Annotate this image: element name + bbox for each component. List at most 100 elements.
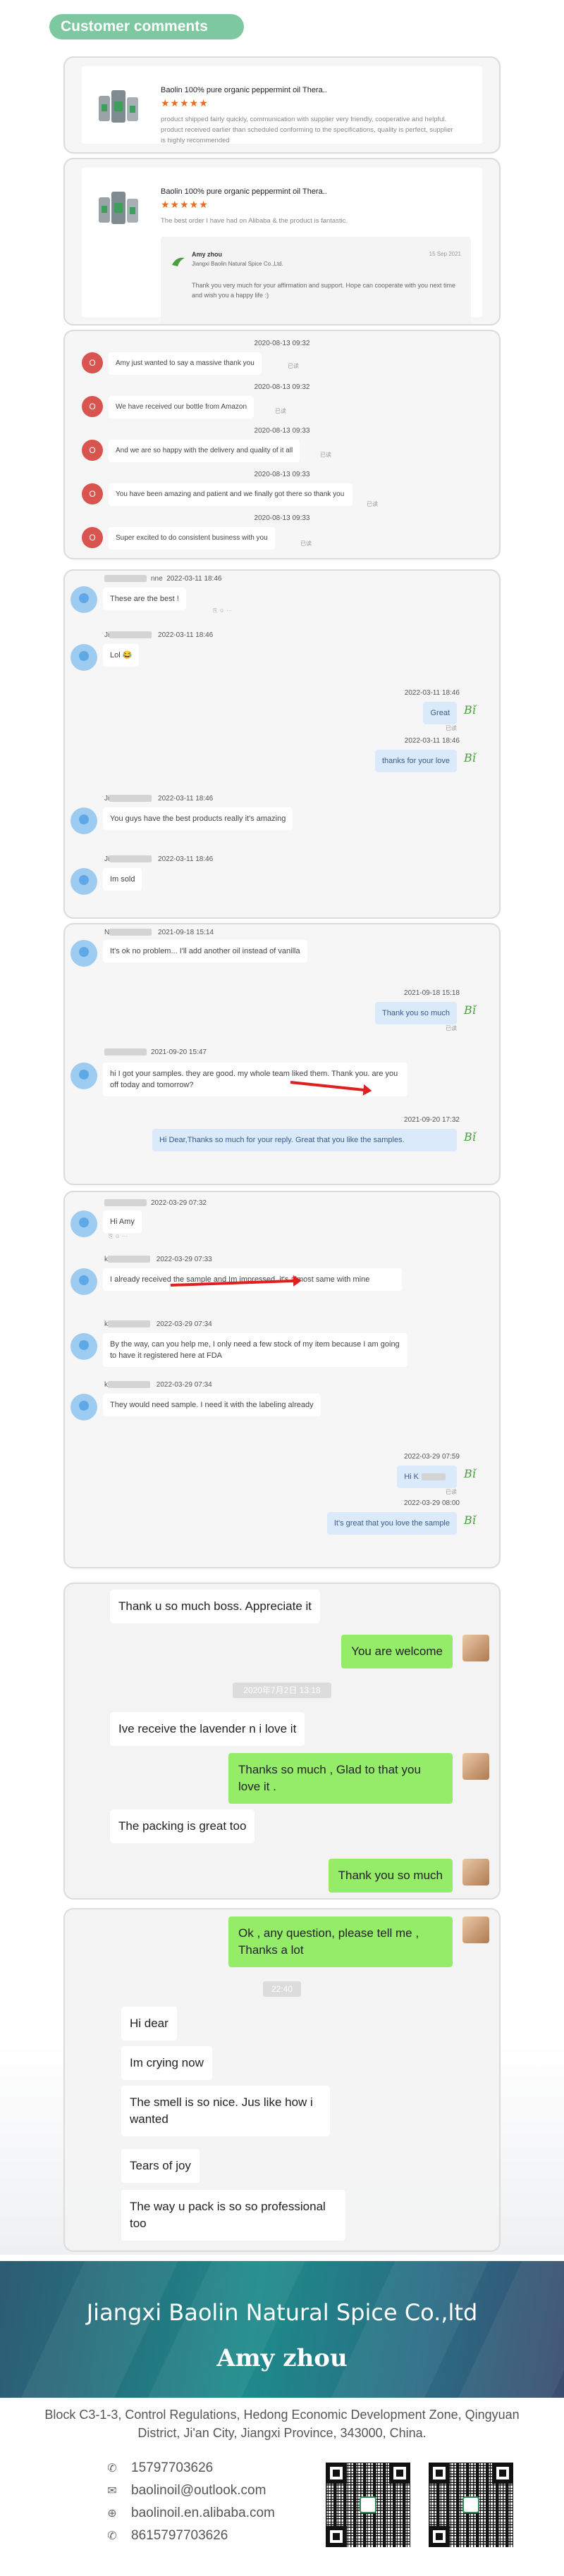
blurred-name	[104, 1199, 147, 1207]
whatsapp-number: 8615797703626	[131, 2528, 228, 2543]
review-text: The best order I have had on Alibaba & t…	[161, 217, 348, 225]
blurred-name	[109, 855, 152, 863]
chat-message: Thank you so much	[375, 1002, 457, 1024]
company-logo-icon: Bǐ	[464, 1513, 476, 1527]
avatar	[70, 1063, 97, 1089]
sender-line: 2022-03-29 07:32	[104, 1199, 207, 1207]
qr-code-1[interactable]	[326, 2463, 410, 2547]
read-status: 已读	[446, 725, 457, 731]
qr-finder	[326, 2526, 347, 2547]
reply-company: Jiangxi Baolin Natural Spice Co.,Ltd.	[192, 261, 283, 267]
timestamp: 2020-08-13 09:32	[254, 340, 310, 347]
chat-message: It's ok no problem... I'll add another o…	[103, 940, 307, 962]
chat-message: The way u pack is so so professional too	[121, 2190, 345, 2241]
chat-panel-2: nne 2022-03-11 18:46 These are the best …	[63, 569, 501, 919]
chat-message: We have received our bottle from Amazon	[109, 396, 255, 419]
company-logo-icon: Bǐ	[464, 1467, 476, 1480]
chat-message: Im sold	[103, 868, 142, 891]
sender-line: Ji 2022-03-11 18:46	[104, 631, 213, 639]
company-logo-icon: Bǐ	[464, 703, 476, 717]
chat-message: By the way, can you help me, I only need…	[103, 1333, 407, 1367]
message-actions-icon[interactable]: ⎘ ☺ ···	[109, 1233, 128, 1240]
read-status: 已读	[300, 540, 312, 547]
timestamp: 2022-03-11 18:46	[158, 631, 214, 639]
contact-whatsapp[interactable]: ✆ 8615797703626	[104, 2528, 228, 2548]
chat-message: Ok , any question, please tell me , Than…	[228, 1916, 453, 1967]
whatsapp-icon: ✆	[107, 2530, 117, 2542]
company-logo-icon: Bǐ	[464, 1130, 476, 1144]
qr-finder	[389, 2463, 410, 2484]
chat-panel-1: 2020-08-13 09:32 O Amy just wanted to sa…	[63, 330, 501, 559]
avatar	[70, 1333, 97, 1360]
chat-message: These are the best !	[103, 588, 186, 610]
chat-message: Amy just wanted to say a massive thank y…	[109, 352, 262, 375]
timestamp: 2020-08-13 09:33	[254, 514, 310, 522]
globe-icon: ⊕	[107, 2508, 117, 2520]
timestamp: 2021-09-18 15:14	[158, 929, 214, 936]
sender-line: Ji 2022-03-11 18:46	[104, 795, 213, 803]
blurred-name	[108, 1256, 150, 1263]
company-logo-icon	[172, 257, 185, 266]
timestamp: 2022-03-29 08:00	[404, 1499, 460, 1507]
qr-finder	[429, 2526, 450, 2547]
read-status: 已读	[446, 1025, 457, 1032]
qr-code-2[interactable]	[429, 2463, 513, 2547]
chat-message: Tears of joy	[121, 2149, 200, 2183]
avatar	[70, 940, 97, 967]
timestamp: 2022-03-11 18:46	[404, 737, 460, 745]
timestamp: 2021-09-20 17:32	[404, 1116, 460, 1124]
chat-message: Hi Amy	[103, 1210, 142, 1233]
qr-logo-icon	[360, 2496, 376, 2513]
timestamp: 2022-03-11 18:46	[158, 795, 214, 803]
chat-message: The packing is great too	[110, 1809, 255, 1843]
mail-icon: ✉	[107, 2485, 117, 2497]
timestamp: 2022-03-29 07:34	[156, 1320, 212, 1328]
timestamp: 2022-03-11 18:46	[166, 575, 222, 583]
sender-line: 2021-09-20 15:47	[104, 1048, 207, 1056]
sender-line: Ji 2022-03-11 18:46	[104, 855, 213, 863]
sender-name: Ji	[104, 631, 110, 639]
avatar	[462, 1859, 489, 1885]
read-status: 已读	[367, 501, 378, 507]
chat-message: Ive receive the lavender n i love it	[110, 1712, 305, 1746]
timestamp: 2020-08-13 09:33	[254, 427, 310, 435]
chat-message: They would need sample. I need it with t…	[103, 1394, 321, 1416]
chat-message: It's great that you love the sample	[326, 1512, 457, 1535]
reply-date: 15 Sep 2021	[429, 251, 461, 257]
chat-message: hi I got your samples. they are good. my…	[103, 1063, 407, 1096]
timestamp: 2022-03-11 18:46	[158, 855, 214, 863]
sender-name: N	[104, 929, 110, 936]
timestamp: 2022-03-29 07:59	[404, 1453, 460, 1461]
chat-message: I already received the sample and Im imp…	[103, 1268, 402, 1291]
review-card: Baolin 100% pure organic peppermint oil …	[82, 168, 482, 324]
timestamp: 2020-08-13 09:32	[254, 383, 310, 391]
timestamp: 2022-03-29 07:34	[156, 1381, 212, 1389]
chat-message: You have been amazing and patient and we…	[109, 483, 352, 506]
chat-message: Thank you so much	[328, 1859, 453, 1893]
contact-website[interactable]: ⊕ baolinoil.en.alibaba.com	[104, 2506, 275, 2525]
sender-line: k 2022-03-29 07:33	[104, 1256, 212, 1263]
contact-person: Amy zhou	[216, 2344, 348, 2372]
review-product-title[interactable]: Baolin 100% pure organic peppermint oil …	[161, 187, 327, 196]
qr-finder	[492, 2463, 513, 2484]
timestamp: 2020-08-13 09:33	[254, 471, 310, 478]
message-actions-icon[interactable]: ⎘ ☺ ···	[213, 607, 232, 614]
phone-number: 15797703626	[131, 2460, 214, 2475]
read-status: 已读	[446, 1489, 457, 1495]
timestamp: 2022-03-29 07:32	[151, 1199, 207, 1207]
sender-name: nne	[151, 575, 163, 583]
chat-message: Hi Dear,Thanks so much for your reply. G…	[152, 1129, 457, 1151]
reply-text: Thank you very much for your affirmation…	[192, 282, 456, 299]
contact-phone[interactable]: ✆ 15797703626	[104, 2460, 213, 2480]
qr-finder	[429, 2463, 450, 2484]
chat-message: The smell is so nice. Jus like how i wan…	[121, 2086, 330, 2136]
chat-message: And we are so happy with the delivery an…	[109, 440, 300, 462]
blurred-name	[109, 929, 152, 936]
blurred-name	[422, 1473, 446, 1481]
blurred-name	[109, 631, 152, 639]
contact-email[interactable]: ✉ baolinoil@outlook.com	[104, 2483, 266, 2503]
blurred-name	[108, 1320, 150, 1328]
review-product-title[interactable]: Baolin 100% pure organic peppermint oil …	[161, 86, 327, 94]
review-card: Baolin 100% pure organic peppermint oil …	[82, 66, 482, 144]
avatar	[70, 1394, 97, 1420]
